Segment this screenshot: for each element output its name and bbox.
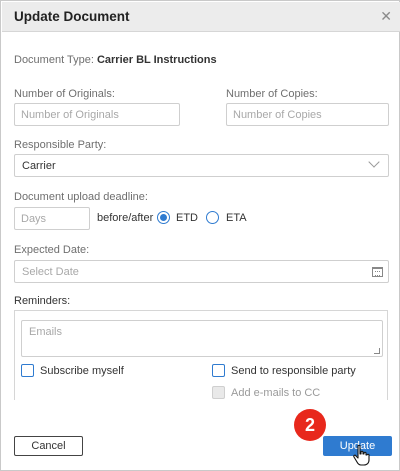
expected-date-placeholder: Select Date	[22, 266, 79, 278]
originals-input[interactable]	[14, 103, 180, 126]
originals-label: Number of Originals:	[14, 88, 115, 100]
eta-label: ETA	[226, 212, 247, 224]
subscribe-myself-label: Subscribe myself	[40, 365, 124, 377]
days-input[interactable]	[14, 207, 90, 230]
document-type-label: Document Type:	[14, 54, 94, 66]
responsible-party-value: Carrier	[22, 160, 56, 172]
dialog-header: Update Document ✕	[2, 2, 400, 32]
update-document-dialog: Update Document ✕ Document Type: Carrier…	[0, 0, 400, 471]
close-icon[interactable]: ✕	[380, 8, 392, 24]
step-badge: 2	[294, 409, 326, 441]
cancel-button[interactable]: Cancel	[14, 436, 83, 456]
etd-label: ETD	[176, 212, 198, 224]
dialog-title: Update Document	[14, 9, 130, 24]
emails-textarea[interactable]: Emails	[21, 320, 383, 357]
add-cc-checkbox[interactable]	[212, 386, 225, 399]
emails-placeholder: Emails	[29, 326, 63, 338]
deadline-label: Document upload deadline:	[14, 191, 148, 203]
calendar-icon[interactable]	[372, 267, 383, 277]
copies-label: Number of Copies:	[226, 88, 318, 100]
responsible-party-label: Responsible Party:	[14, 139, 107, 151]
document-type-value: Carrier BL Instructions	[96, 54, 217, 66]
subscribe-myself-checkbox[interactable]	[21, 364, 34, 377]
copies-input[interactable]	[226, 103, 389, 126]
before-after-label: before/after	[97, 212, 154, 224]
add-cc-label: Add e-mails to CC	[231, 387, 321, 399]
send-responsible-label: Send to responsible party	[231, 365, 356, 377]
hand-cursor-icon	[353, 444, 370, 466]
document-type-row: Document Type: Carrier BL Instructions	[14, 54, 217, 66]
chevron-down-icon	[368, 156, 380, 168]
eta-radio[interactable]	[206, 211, 219, 224]
send-responsible-checkbox[interactable]	[212, 364, 225, 377]
reminders-label: Reminders:	[14, 295, 71, 307]
resize-handle-icon[interactable]	[374, 348, 380, 354]
reminders-panel: Emails Subscribe myself Send to responsi…	[14, 310, 388, 400]
etd-radio[interactable]	[157, 211, 170, 224]
expected-date-label: Expected Date:	[14, 244, 90, 256]
responsible-party-select[interactable]: Carrier	[14, 154, 389, 177]
expected-date-input[interactable]: Select Date	[14, 260, 389, 283]
